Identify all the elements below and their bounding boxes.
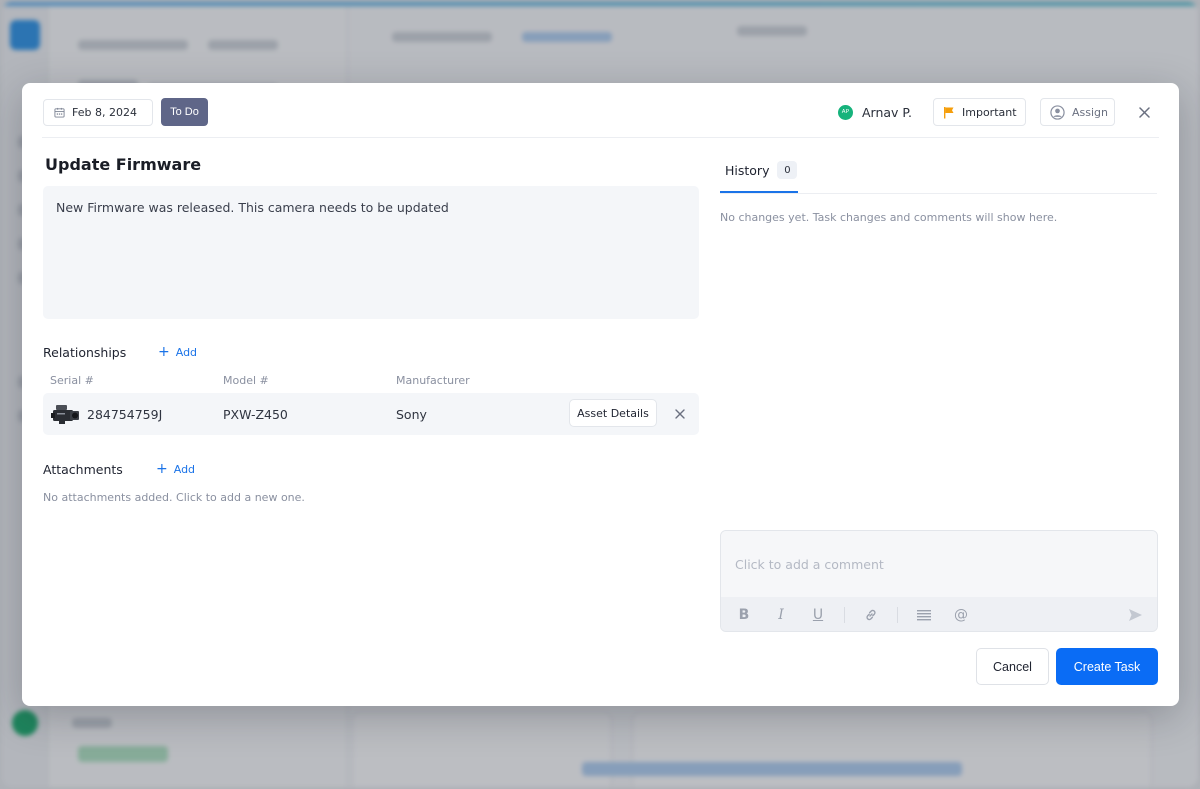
toolbar-separator bbox=[844, 607, 845, 623]
bold-button[interactable]: B bbox=[735, 597, 753, 631]
history-count-badge: 0 bbox=[777, 161, 798, 179]
serial-cell: 284754759J bbox=[87, 407, 163, 422]
task-title[interactable]: Update Firmware bbox=[45, 155, 201, 174]
create-task-modal: Feb 8, 2024 To Do AP Arnav P. Important … bbox=[22, 83, 1179, 706]
link-button[interactable] bbox=[862, 597, 880, 631]
avatar: AP bbox=[838, 104, 853, 120]
close-icon[interactable] bbox=[1135, 103, 1153, 121]
column-header-manufacturer: Manufacturer bbox=[396, 374, 470, 387]
assignee-chip[interactable]: AP Arnav P. bbox=[838, 101, 912, 123]
plus-icon: + bbox=[158, 344, 170, 360]
tab-history-label: History bbox=[725, 163, 770, 178]
comment-editor: B I U @ bbox=[720, 530, 1158, 632]
tab-history[interactable]: History 0 bbox=[720, 161, 800, 193]
cancel-button[interactable]: Cancel bbox=[976, 648, 1049, 685]
align-justify-icon bbox=[917, 610, 931, 621]
attachments-heading: Attachments bbox=[43, 462, 123, 477]
status-dropdown[interactable]: To Do bbox=[161, 98, 208, 126]
user-circle-icon bbox=[1050, 104, 1065, 120]
add-attachment-label: Add bbox=[173, 463, 196, 476]
video-camera-icon bbox=[51, 405, 79, 424]
manufacturer-cell: Sony bbox=[396, 407, 427, 422]
table-row: 284754759J PXW-Z450 Sony Asset Details bbox=[43, 393, 699, 435]
column-header-model: Model # bbox=[223, 374, 269, 387]
attachments-empty-text: No attachments added. Click to add a new… bbox=[43, 491, 305, 504]
underline-button[interactable]: U bbox=[809, 597, 827, 631]
assignee-name: Arnav P. bbox=[862, 104, 912, 120]
assign-button[interactable]: Assign bbox=[1040, 98, 1115, 126]
comment-toolbar: B I U @ bbox=[721, 597, 1157, 631]
remove-relationship-icon[interactable] bbox=[673, 407, 687, 421]
asset-details-button[interactable]: Asset Details bbox=[569, 399, 657, 427]
plus-icon: + bbox=[156, 461, 168, 477]
create-task-button[interactable]: Create Task bbox=[1056, 648, 1158, 685]
task-description[interactable]: New Firmware was released. This camera n… bbox=[43, 186, 699, 319]
header-divider bbox=[42, 137, 1159, 138]
flag-icon bbox=[944, 106, 954, 118]
relationships-heading: Relationships bbox=[43, 345, 127, 360]
tab-divider bbox=[720, 193, 1157, 194]
calendar-icon bbox=[54, 107, 65, 118]
send-icon bbox=[1128, 609, 1142, 621]
comment-input[interactable] bbox=[721, 531, 1157, 597]
due-date-value: Feb 8, 2024 bbox=[72, 106, 137, 119]
mention-button[interactable]: @ bbox=[952, 597, 970, 631]
send-button[interactable] bbox=[1125, 597, 1145, 631]
toolbar-separator bbox=[897, 607, 898, 623]
history-empty-text: No changes yet. Task changes and comment… bbox=[720, 211, 1058, 224]
due-date-picker[interactable]: Feb 8, 2024 bbox=[43, 99, 153, 126]
priority-label: Important bbox=[962, 105, 1017, 119]
link-icon bbox=[866, 609, 876, 621]
priority-button[interactable]: Important bbox=[933, 98, 1026, 126]
model-cell: PXW-Z450 bbox=[223, 407, 288, 422]
add-attachment-link[interactable]: + Add bbox=[156, 461, 196, 477]
add-relationship-label: Add bbox=[175, 346, 198, 359]
add-relationship-link[interactable]: + Add bbox=[158, 344, 198, 360]
italic-button[interactable]: I bbox=[772, 597, 790, 631]
assign-label: Assign bbox=[1072, 105, 1108, 119]
column-header-serial: Serial # bbox=[50, 374, 94, 387]
align-button[interactable] bbox=[915, 597, 933, 631]
